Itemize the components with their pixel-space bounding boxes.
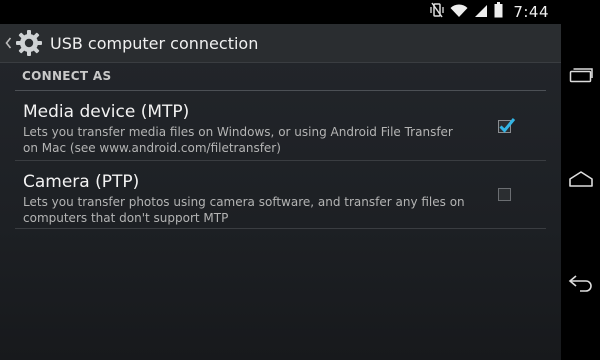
option-title: Media device (MTP) [23, 102, 190, 122]
vibrate-icon [430, 2, 444, 22]
option-media-device-mtp[interactable]: Media device (MTP) Lets you transfer med… [15, 91, 546, 161]
option-summary-line: Lets you transfer photos using camera so… [23, 195, 465, 209]
action-bar: USB computer connection [0, 24, 561, 63]
home-icon[interactable] [567, 168, 595, 190]
settings-content: USB computer connection CONNECT AS Media… [0, 24, 561, 360]
back-icon[interactable] [567, 273, 595, 295]
battery-icon [494, 2, 503, 22]
status-time: 7:44 [513, 3, 549, 21]
option-summary-line: on Mac (see www.android.com/filetransfer… [23, 141, 281, 155]
status-bar: 7:44 [0, 0, 561, 24]
category-header: CONNECT AS [15, 63, 546, 91]
chevron-left-icon[interactable] [3, 36, 13, 50]
option-camera-ptp[interactable]: Camera (PTP) Lets you transfer photos us… [15, 161, 546, 229]
option-summary: Lets you transfer photos using camera so… [23, 194, 486, 226]
option-title: Camera (PTP) [23, 172, 140, 192]
option-summary-line: computers that don't support MTP [23, 211, 229, 225]
signal-icon [474, 3, 488, 22]
option-summary: Lets you transfer media files on Windows… [23, 124, 486, 156]
page-title: USB computer connection [50, 33, 259, 53]
navigation-bar [561, 0, 600, 360]
ptp-checkbox[interactable] [498, 188, 511, 201]
mtp-checkbox[interactable] [498, 118, 516, 133]
screen: 7:44 USB computer connection CONNECT AS … [0, 0, 600, 360]
status-icons: 7:44 [430, 2, 549, 22]
wifi-icon [450, 3, 468, 22]
option-summary-line: Lets you transfer media files on Windows… [23, 125, 453, 139]
checkmark-icon [498, 116, 516, 138]
recents-icon[interactable] [567, 64, 595, 86]
gear-icon[interactable] [14, 28, 44, 58]
